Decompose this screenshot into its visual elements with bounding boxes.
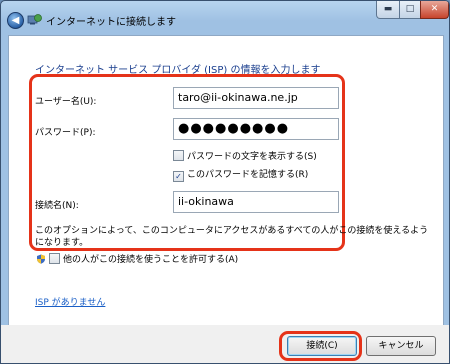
maximize-button[interactable]: □	[399, 1, 421, 19]
username-field[interactable]: taro@ii-okinawa.ne.jp	[173, 87, 339, 109]
connect-dialog-window: ◀ インターネットに接続します ▬ □ ✕ インターネット サービス プロバイダ…	[0, 0, 450, 364]
close-button[interactable]: ✕	[420, 1, 449, 19]
dialog-content: インターネット サービス プロバイダ (ISP) の情報を入力します ユーザー名…	[8, 35, 444, 327]
remember-password-checkbox[interactable]: ✓	[173, 171, 184, 182]
uac-shield-icon	[37, 254, 45, 264]
button-bar: 接続(C) キャンセル	[1, 325, 449, 363]
connection-name-field[interactable]: ii-okinawa	[173, 191, 339, 213]
allow-others-label: 他の人がこの接続を使うことを許可する(A)	[63, 255, 239, 265]
show-password-checkbox-row[interactable]: パスワードの文字を表示する(S)	[173, 149, 317, 162]
title-bar: ◀ インターネットに接続します ▬ □ ✕	[1, 1, 449, 35]
password-label: パスワード(P):	[35, 128, 96, 138]
network-globe-icon	[27, 14, 42, 25]
username-label: ユーザー名(U):	[35, 97, 97, 107]
allow-others-checkbox-row[interactable]: 他の人がこの接続を使うことを許可する(A)	[36, 252, 238, 265]
window-title: インターネットに接続します	[46, 17, 176, 28]
show-password-label: パスワードの文字を表示する(S)	[187, 152, 317, 162]
show-password-checkbox[interactable]	[173, 150, 184, 161]
cancel-button[interactable]: キャンセル	[366, 336, 436, 356]
connection-name-label: 接続名(N):	[35, 201, 79, 211]
back-arrow-icon[interactable]: ◀	[7, 12, 24, 29]
remember-password-checkbox-row[interactable]: ✓ このパスワードを記憶する(R)	[173, 167, 308, 182]
remember-password-label: このパスワードを記憶する(R)	[187, 170, 309, 180]
minimize-button[interactable]: ▬	[376, 1, 400, 19]
password-field[interactable]: ●●●●●●●●●	[173, 118, 339, 140]
allow-others-checkbox[interactable]	[49, 253, 60, 264]
sharing-note: このオプションによって、このコンピュータにアクセスがあるすべての人がこの接続を使…	[35, 226, 429, 248]
highlight-frame-connect	[279, 331, 362, 361]
no-isp-link[interactable]: ISP がありません	[35, 295, 105, 308]
